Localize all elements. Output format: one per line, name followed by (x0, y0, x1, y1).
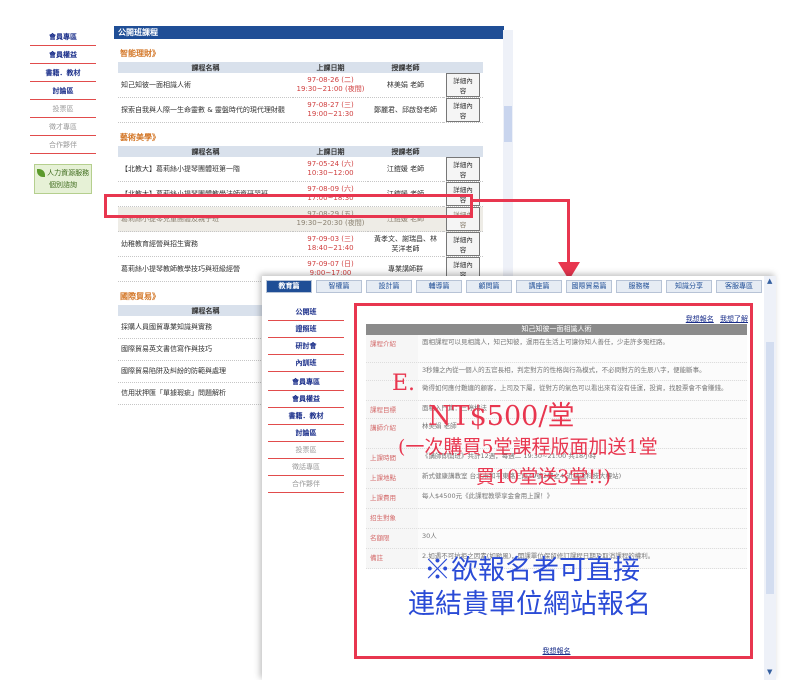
date-line2: 19:30~21:00 (夜間) (296, 85, 365, 93)
overlay-price: NT$500/堂 (428, 401, 575, 432)
tab-1[interactable]: 智權篇 (316, 280, 362, 293)
back-nav-item[interactable]: 會員權益 (30, 46, 96, 64)
course-teacher: 江鎧媛 老師 (368, 157, 443, 182)
column-header: 上課日期 (293, 62, 368, 73)
date-line1: 97-08-26 (二) (307, 76, 354, 84)
hr-logo-line2: 個別諮詢 (49, 181, 77, 189)
course-name[interactable]: 【北教大】葛莉絲小提琴團體班第一階 (118, 157, 293, 182)
column-header (443, 62, 483, 73)
course-name[interactable]: 探索自我與人際一生命靈數 & 靈盤時代的現代理財觀 (118, 97, 293, 123)
table-row: 【北教大】葛莉絲小提琴團體班第一階 97-05-24 (六) 10:30~12:00… (118, 157, 483, 182)
front-nav-item[interactable]: 書籍．教材 (268, 408, 344, 425)
column-header: 課程名稱 (118, 146, 293, 157)
overlay-line2: 買10堂送3堂!!) (476, 466, 611, 488)
detail-cell: 詳細內容 (443, 73, 483, 98)
front-nav-item[interactable]: 會員專區 (268, 374, 344, 391)
column-header: 上課日期 (293, 146, 368, 157)
course-teacher: 鄭麗君、邱啟發老師 (368, 97, 443, 123)
course-date: 97-05-24 (六) 10:30~12:00 (293, 157, 368, 182)
back-nav-item[interactable]: 合作夥伴 (30, 136, 96, 154)
hr-logo-line1: 人力資源服務 (47, 169, 90, 177)
course-date: 97-09-03 (三) 18:40~21:40 (293, 231, 368, 257)
column-header: 授課老師 (368, 62, 443, 73)
scroll-up-icon[interactable]: ▲ (767, 277, 772, 285)
front-nav-item[interactable]: 證照班 (268, 321, 344, 338)
tab-2[interactable]: 設計篇 (366, 280, 412, 293)
front-scrollbar[interactable]: ▲ ▼ (764, 276, 776, 680)
date-line2: 18:40~21:40 (307, 244, 354, 252)
date-line2: 19:30~20:30 (夜間) (296, 219, 365, 227)
column-header (443, 146, 483, 157)
course-teacher: 黃孝文、謝瑞昌、林芙洋老師 (368, 231, 443, 257)
overlay-blue2: 連結貴單位網站報名 (408, 589, 651, 620)
highlight-box (104, 194, 473, 218)
date-line1: 97-08-27 (三) (307, 101, 354, 109)
detail-button[interactable]: 詳細內容 (446, 232, 480, 256)
date-line1: 97-09-07 (日) (307, 260, 354, 268)
arrow-line-h (473, 199, 569, 202)
front-nav-item[interactable]: 合作夥伴 (268, 476, 344, 493)
stage: 會員專區 會員權益 書籍．教材 討論區 投票區 徵才專區 合作夥伴 人力資源服務 個別諮詢 … (0, 0, 808, 680)
date-line1: 97-08-09 (六) (307, 185, 354, 193)
category-tabs: 教育篇 智權篇 設計篇 輔導篇 顧問篇 講座篇 國際貿易篇 服務梯 知識分享 客服專區 (266, 280, 762, 293)
table-row: 知己知彼一面相識人術 97-08-26 (二) 19:30~21:00 (夜間) 林美… (118, 73, 483, 98)
course-date: 97-08-26 (二) 19:30~21:00 (夜間) (293, 73, 368, 98)
tab-4[interactable]: 顧問篇 (466, 280, 512, 293)
front-left-nav: 公開班 證照班 研討會 內訓班會員專區 會員權益 書籍．教材 討論區 投票區 徵話專區 合作夥伴 (268, 304, 344, 493)
date-line1: 97-05-24 (六) (307, 160, 354, 168)
back-nav-item[interactable]: 徵才專區 (30, 118, 96, 136)
detail-cell: 詳細內容 (443, 231, 483, 257)
course-teacher: 林美娟 老師 (368, 73, 443, 98)
tab-8[interactable]: 知識分享 (666, 280, 712, 293)
course-date: 97-08-27 (三) 19:00~21:30 (293, 97, 368, 123)
detail-button[interactable]: 詳細內容 (446, 157, 480, 181)
back-scrollbar[interactable] (503, 30, 513, 300)
leaf-icon (36, 169, 45, 177)
arrow-line-v (567, 199, 570, 265)
tab-0[interactable]: 教育篇 (266, 280, 312, 293)
tab-6[interactable]: 國際貿易篇 (566, 280, 612, 293)
front-nav-item[interactable]: 研討會 (268, 338, 344, 355)
column-header: 課程名稱 (118, 62, 293, 73)
scroll-down-icon[interactable]: ▼ (767, 668, 772, 676)
back-nav-item[interactable]: 討論區 (30, 82, 96, 100)
section-heading: 智能理財》 (120, 49, 160, 58)
front-nav-item[interactable]: 公開班 (268, 304, 344, 321)
back-nav-item[interactable]: 投票區 (30, 100, 96, 118)
date-line1: 97-09-03 (三) (307, 235, 354, 243)
front-scroll-thumb[interactable] (766, 342, 774, 594)
date-line2: 10:30~12:00 (307, 169, 354, 177)
course-table: 課程名稱 上課日期 授課老師 知己知彼一面相識人術 97-08-26 (二) 19:30~… (118, 62, 483, 123)
tab-9[interactable]: 客服專區 (716, 280, 762, 293)
front-nav-item[interactable]: 會員權益 (268, 391, 344, 408)
table-row: 幼稚教育經營與招生實務 97-09-03 (三) 18:40~21:40 黃孝文、謝瑞… (118, 231, 483, 257)
table-header: 課程名稱上課日期授課老師 (118, 62, 483, 73)
overlay-e: E. (392, 371, 416, 396)
front-nav-item[interactable]: 內訓班 (268, 355, 344, 372)
front-nav-item[interactable]: 投票區 (268, 442, 344, 459)
column-header: 授課老師 (368, 146, 443, 157)
tab-5[interactable]: 講座篇 (516, 280, 562, 293)
hr-service-logo[interactable]: 人力資源服務 個別諮詢 (34, 164, 92, 194)
back-left-nav: 會員專區 會員權益 書籍．教材 討論區 投票區 徵才專區 合作夥伴 (30, 28, 96, 154)
tab-7[interactable]: 服務梯 (616, 280, 662, 293)
back-nav-item[interactable]: 會員專區 (30, 28, 96, 46)
back-nav-item[interactable]: 書籍．教材 (30, 64, 96, 82)
back-topbar: 公開班課程 (114, 26, 504, 39)
detail-cell: 詳細內容 (443, 97, 483, 123)
front-nav-item[interactable]: 討論區 (268, 425, 344, 442)
scroll-thumb[interactable] (504, 106, 512, 142)
course-name[interactable]: 幼稚教育經營與招生實務 (118, 231, 293, 257)
tab-3[interactable]: 輔導篇 (416, 280, 462, 293)
overlay-line1: (一次購買5堂課程版面加送1堂 (398, 436, 658, 458)
detail-button[interactable]: 詳細內容 (446, 73, 480, 97)
course-name[interactable]: 知己知彼一面相識人術 (118, 73, 293, 98)
table-row: 探索自我與人際一生命靈數 & 靈盤時代的現代理財觀 97-08-27 (三) 19:… (118, 97, 483, 123)
detail-button[interactable]: 詳細內容 (446, 98, 480, 122)
front-nav-item[interactable]: 徵話專區 (268, 459, 344, 476)
table-header: 課程名稱上課日期授課老師 (118, 146, 483, 157)
section-heading: 藝術美學》 (120, 133, 160, 142)
date-line2: 19:00~21:30 (307, 110, 354, 118)
detail-cell: 詳細內容 (443, 157, 483, 182)
